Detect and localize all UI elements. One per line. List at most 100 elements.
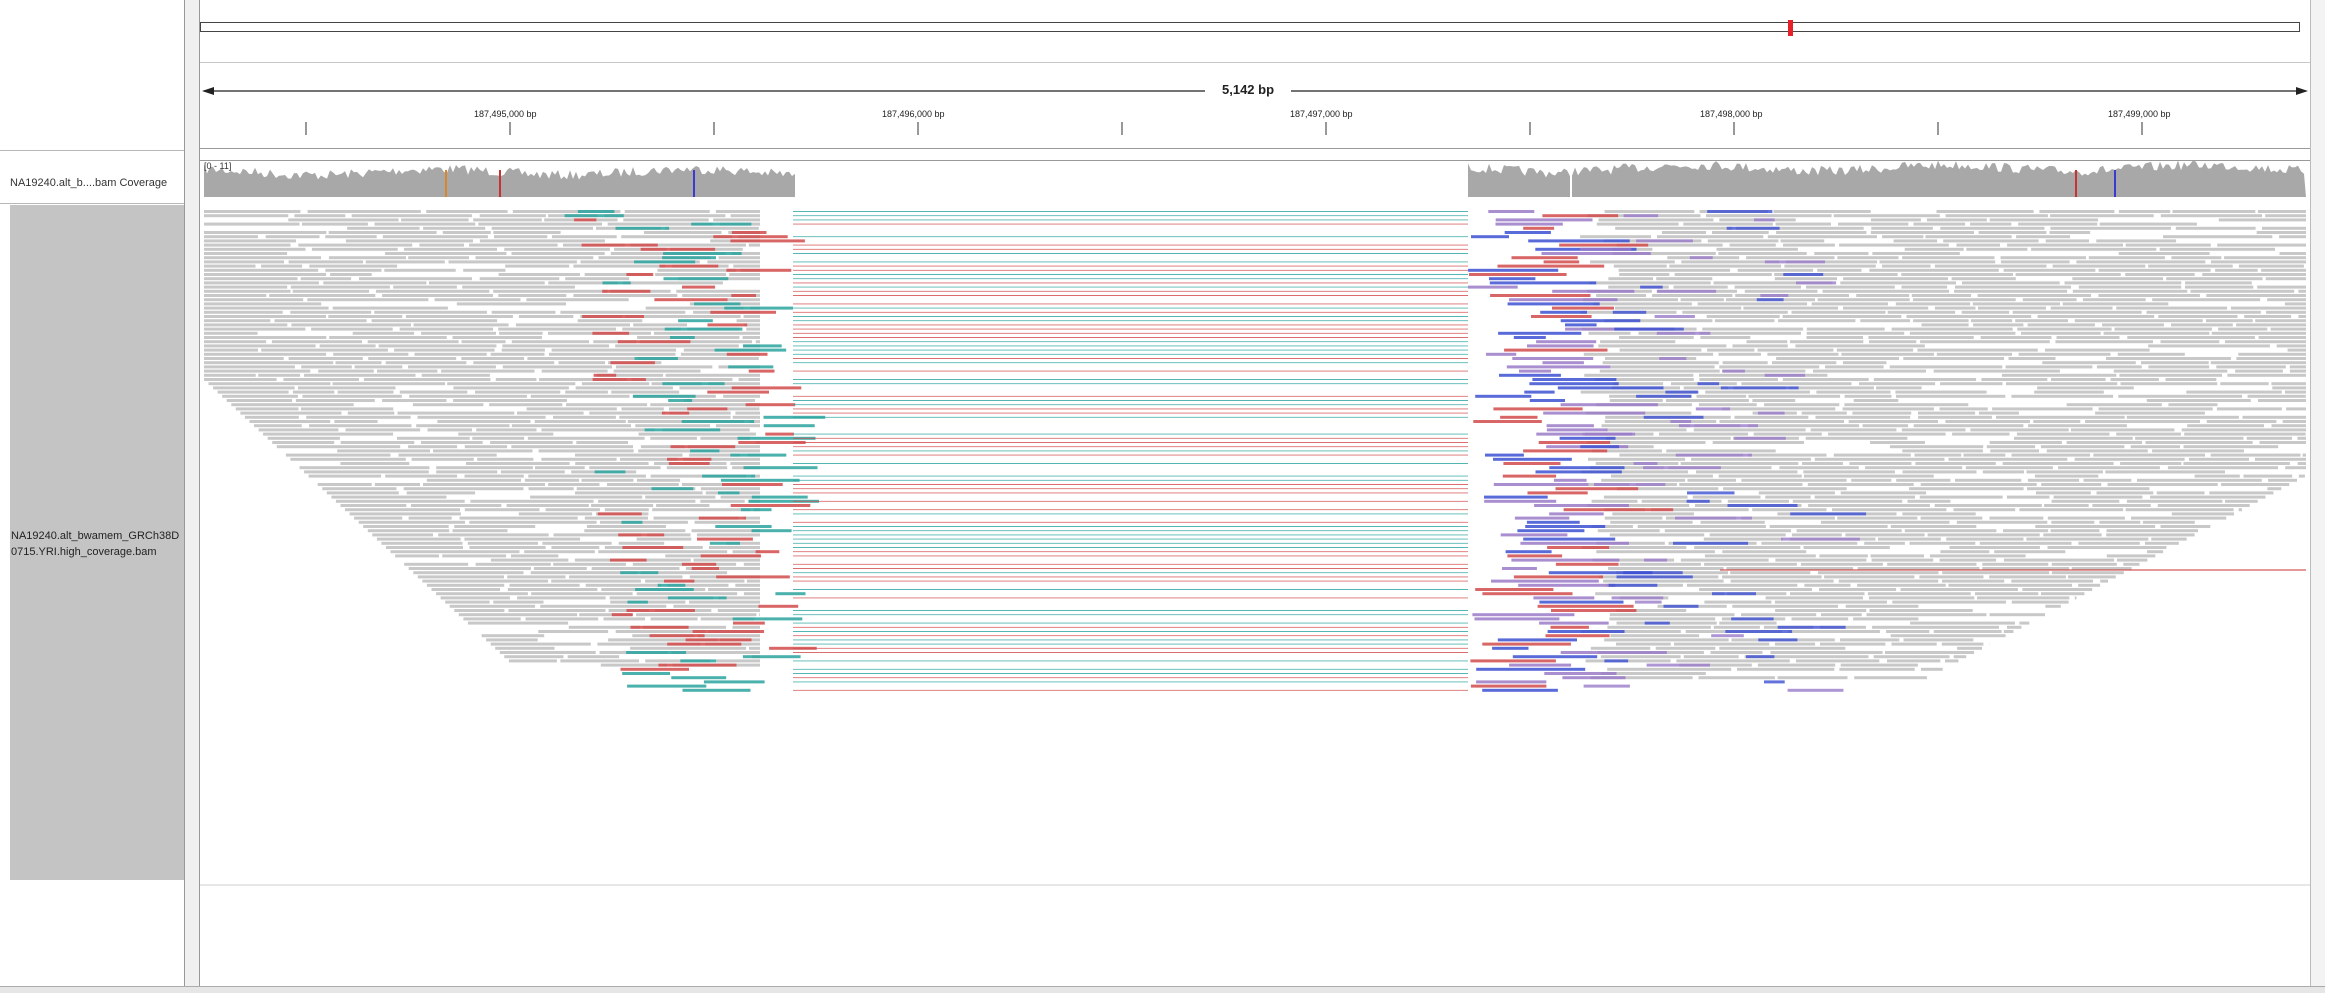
read xyxy=(1741,613,1816,616)
read xyxy=(2118,353,2185,356)
discordant-read-left xyxy=(749,370,775,373)
read xyxy=(2267,487,2281,490)
read xyxy=(334,420,377,423)
read xyxy=(1892,601,2006,604)
read xyxy=(2116,307,2227,310)
read xyxy=(529,487,574,490)
discordant-read-left xyxy=(682,286,715,289)
read xyxy=(735,412,760,415)
read xyxy=(414,323,509,326)
read xyxy=(1694,428,1806,431)
read xyxy=(493,601,543,604)
read xyxy=(2184,433,2305,436)
discordant-read-right xyxy=(1471,685,1547,688)
read xyxy=(709,546,760,549)
read xyxy=(301,365,352,368)
discordant-read-left xyxy=(633,395,696,398)
discordant-read-left xyxy=(721,479,800,482)
read xyxy=(1818,571,1939,574)
discordant-read-right xyxy=(1515,517,1569,520)
read xyxy=(1840,281,1956,284)
read xyxy=(2217,244,2306,247)
read xyxy=(1707,315,1780,318)
read xyxy=(1674,286,1728,289)
discordant-read-right xyxy=(1556,487,1639,490)
read xyxy=(301,407,393,410)
read xyxy=(2259,336,2306,339)
read xyxy=(2227,374,2306,377)
read xyxy=(587,525,666,528)
read xyxy=(502,349,545,352)
discordant-read-left xyxy=(610,559,647,562)
read xyxy=(2298,290,2306,293)
discordant-read-left xyxy=(752,496,808,499)
read xyxy=(1806,437,1908,440)
read xyxy=(733,416,760,419)
discordant-read-right xyxy=(1476,668,1585,671)
read xyxy=(524,550,595,553)
read xyxy=(1752,399,1795,402)
read xyxy=(480,214,546,217)
read xyxy=(1697,395,1747,398)
read xyxy=(346,428,421,431)
read xyxy=(1978,307,2046,310)
read xyxy=(2131,445,2180,448)
read xyxy=(2065,281,2182,284)
discordant-read-left xyxy=(707,391,769,394)
discordant-read-right xyxy=(1758,638,1797,641)
discordant-read-right xyxy=(1470,659,1556,662)
read xyxy=(258,374,300,377)
read xyxy=(290,458,405,461)
read xyxy=(1807,328,1885,331)
read xyxy=(1902,428,1966,431)
read xyxy=(393,286,457,289)
read xyxy=(1784,265,1875,268)
read xyxy=(2211,361,2306,364)
read xyxy=(1761,542,1857,545)
read xyxy=(1903,470,1977,473)
read xyxy=(549,353,676,356)
read xyxy=(2285,302,2306,305)
read xyxy=(551,580,641,583)
discordant-read-right xyxy=(1778,626,1846,629)
read xyxy=(298,386,396,389)
read xyxy=(377,370,437,373)
discordant-read-left xyxy=(595,470,626,473)
read xyxy=(204,311,283,314)
read xyxy=(1846,605,1919,608)
read xyxy=(1980,542,2072,545)
read xyxy=(1804,546,1890,549)
read xyxy=(1913,298,2016,301)
read xyxy=(209,382,331,385)
read xyxy=(1849,420,1938,423)
ruler-label-2: 187,496,000 bp xyxy=(882,109,945,119)
read xyxy=(376,290,489,293)
read xyxy=(507,575,565,578)
read xyxy=(2118,395,2242,398)
read xyxy=(261,265,302,268)
genome-track-canvas[interactable] xyxy=(0,0,2325,992)
read xyxy=(2244,475,2293,478)
read xyxy=(735,584,760,587)
read xyxy=(729,273,760,276)
read xyxy=(2067,441,2143,444)
read xyxy=(1819,588,1896,591)
read xyxy=(340,462,409,465)
read xyxy=(322,487,396,490)
read xyxy=(2051,307,2113,310)
read xyxy=(1910,542,1976,545)
discordant-read-left xyxy=(654,298,727,301)
coverage-segment-mid xyxy=(1468,163,1570,197)
read xyxy=(1615,227,1732,230)
read xyxy=(1607,428,1687,431)
read xyxy=(1659,433,1748,436)
read xyxy=(2016,273,2121,276)
read xyxy=(404,248,497,251)
read xyxy=(204,244,291,247)
read xyxy=(2108,483,2218,486)
discordant-read-right xyxy=(1491,580,1599,583)
read xyxy=(1962,311,2010,314)
read xyxy=(1955,479,2021,482)
read xyxy=(1808,483,1914,486)
read xyxy=(749,647,760,650)
